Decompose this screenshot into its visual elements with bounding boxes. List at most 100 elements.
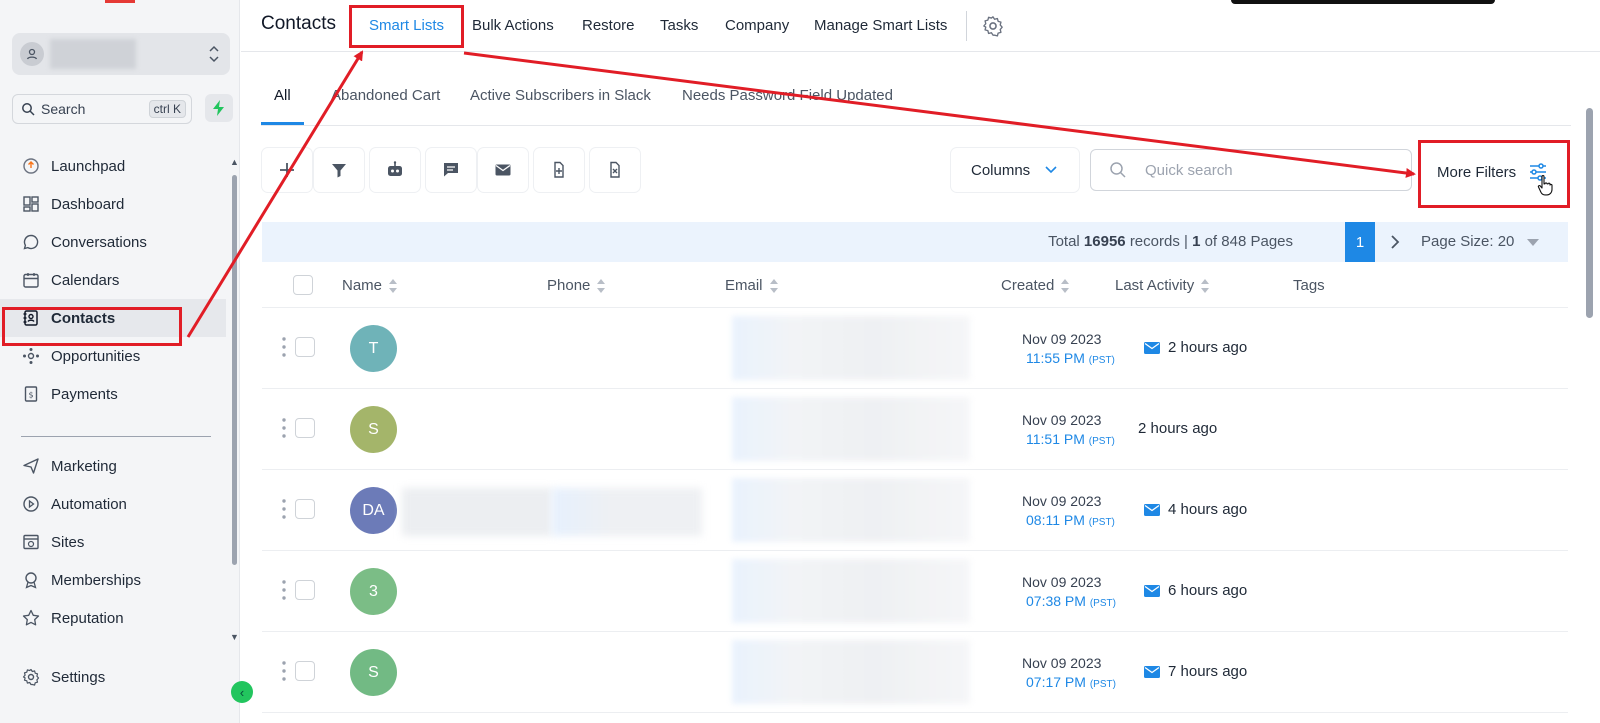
- tab-tasks[interactable]: Tasks: [660, 17, 698, 34]
- send-sms-button[interactable]: [426, 148, 476, 192]
- row-menu-icon[interactable]: [282, 660, 286, 682]
- row-checkbox[interactable]: [295, 418, 315, 438]
- smart-list-tab-needs-password[interactable]: Needs Password Field Updated: [682, 87, 893, 104]
- created-time-value: 07:38 PM: [1026, 593, 1086, 609]
- table-row[interactable]: T Nov 09 2023 11:55 PM (PST) 2 hours ago: [262, 308, 1568, 389]
- table-row[interactable]: 3 Nov 09 2023 07:38 PM (PST) 6 hours ago: [262, 551, 1568, 632]
- location-switcher[interactable]: [12, 33, 230, 75]
- sidebar-search[interactable]: Search ctrl K: [12, 94, 192, 124]
- sidebar-item-calendars[interactable]: Calendars: [0, 261, 226, 299]
- tab-manage-smart-lists[interactable]: Manage Smart Lists: [814, 17, 947, 34]
- tab-smart-lists[interactable]: Smart Lists: [369, 17, 444, 34]
- table-row[interactable]: DA Nov 09 2023 08:11 PM (PST) 4 hours ag…: [262, 470, 1568, 551]
- contacts-icon: [21, 308, 41, 328]
- row-checkbox[interactable]: [295, 337, 315, 357]
- columns-label: Columns: [971, 161, 1031, 179]
- row-checkbox[interactable]: [295, 661, 315, 681]
- row-menu-icon[interactable]: [282, 336, 286, 358]
- top-bar: Contacts Smart Lists Bulk Actions Restor…: [241, 0, 1600, 52]
- sidebar-item-marketing[interactable]: Marketing: [0, 447, 226, 485]
- sidebar-item-settings[interactable]: Settings: [0, 658, 226, 696]
- more-filters-label: More Filters: [1437, 163, 1517, 181]
- avatar[interactable]: DA: [350, 487, 397, 534]
- sidebar-scroll-down-icon[interactable]: ▼: [230, 632, 239, 642]
- columns-dropdown[interactable]: Columns: [951, 148, 1079, 192]
- add-contact-button[interactable]: [262, 148, 312, 192]
- page-1-button[interactable]: 1: [1345, 222, 1375, 262]
- smart-list-tab-abandoned-cart[interactable]: Abandoned Cart: [331, 87, 440, 104]
- column-header-phone[interactable]: Phone: [547, 277, 606, 294]
- tab-company[interactable]: Company: [725, 17, 789, 34]
- column-header-created[interactable]: Created: [1001, 277, 1070, 294]
- chevron-updown-icon: [209, 45, 219, 63]
- avatar[interactable]: 3: [350, 568, 397, 615]
- column-header-name[interactable]: Name: [342, 277, 398, 294]
- add-to-workflow-button[interactable]: [370, 148, 420, 192]
- avatar[interactable]: S: [350, 406, 397, 453]
- smart-list-tab-active-subscribers[interactable]: Active Subscribers in Slack: [470, 87, 651, 104]
- created-time: 07:38 PM (PST): [1026, 593, 1116, 609]
- sidebar-item-launchpad[interactable]: Launchpad: [0, 147, 226, 185]
- sidebar-item-sites[interactable]: Sites: [0, 523, 226, 561]
- chevron-right-icon[interactable]: [1384, 230, 1406, 254]
- sidebar-scroll-up-icon[interactable]: ▲: [230, 157, 239, 167]
- row-menu-icon[interactable]: [282, 579, 286, 601]
- tabs-divider: [261, 125, 1571, 126]
- add-tag-button[interactable]: [534, 148, 584, 192]
- last-activity-text: 6 hours ago: [1168, 582, 1248, 599]
- sidebar-divider: [21, 436, 211, 437]
- quick-search-placeholder: Quick search: [1145, 161, 1233, 179]
- sidebar-item-reputation[interactable]: Reputation: [0, 599, 226, 637]
- created-date: Nov 09 2023: [1022, 412, 1102, 428]
- remove-tag-button[interactable]: [590, 148, 640, 192]
- collapse-sidebar-button[interactable]: ‹: [231, 681, 253, 703]
- sidebar-item-label: Dashboard: [51, 195, 125, 213]
- mail-icon: [1144, 503, 1160, 516]
- row-menu-icon[interactable]: [282, 417, 286, 439]
- opportunities-icon: [21, 346, 41, 366]
- tab-restore[interactable]: Restore: [582, 17, 635, 34]
- avatar[interactable]: T: [350, 325, 397, 372]
- select-all-checkbox[interactable]: [293, 275, 313, 295]
- sidebar-item-dashboard[interactable]: Dashboard: [0, 185, 226, 223]
- last-activity: 2 hours ago: [1144, 339, 1247, 356]
- column-header-last-activity[interactable]: Last Activity: [1115, 277, 1210, 294]
- table-row[interactable]: S Nov 09 2023 07:17 PM (PST) 7 hours ago: [262, 632, 1568, 713]
- sidebar: Search ctrl K Launchpad Dashboard Conver…: [0, 0, 240, 723]
- page-scrollbar[interactable]: [1585, 88, 1595, 708]
- caret-down-icon[interactable]: [1527, 239, 1539, 246]
- sidebar-item-conversations[interactable]: Conversations: [0, 223, 226, 261]
- scrollbar-thumb[interactable]: [1586, 108, 1593, 318]
- sidebar-item-contacts[interactable]: Contacts: [0, 299, 226, 337]
- sort-icon: [1061, 278, 1070, 293]
- sidebar-item-label: Calendars: [51, 271, 120, 289]
- location-name-redacted: [50, 39, 136, 69]
- tag-add-icon: [554, 161, 564, 178]
- mail-icon: [1144, 584, 1160, 597]
- filter-button[interactable]: [314, 148, 364, 192]
- sidebar-item-automation[interactable]: Automation: [0, 485, 226, 523]
- row-menu-icon[interactable]: [282, 498, 286, 520]
- column-header-tags[interactable]: Tags: [1293, 277, 1325, 294]
- more-filters-button[interactable]: More Filters: [1420, 140, 1570, 204]
- avatar[interactable]: S: [350, 649, 397, 696]
- sidebar-item-payments[interactable]: $ Payments: [0, 375, 226, 413]
- email-redacted: [732, 316, 970, 380]
- row-checkbox[interactable]: [295, 499, 315, 519]
- sidebar-item-memberships[interactable]: Memberships: [0, 561, 226, 599]
- row-checkbox[interactable]: [295, 580, 315, 600]
- smart-list-tab-all[interactable]: All: [274, 87, 291, 104]
- quick-search-input[interactable]: Quick search: [1090, 149, 1412, 191]
- sidebar-item-opportunities[interactable]: Opportunities: [0, 337, 226, 375]
- settings-gear-icon[interactable]: [982, 15, 1004, 37]
- sort-icon: [1201, 278, 1210, 293]
- send-email-button[interactable]: [478, 148, 528, 192]
- table-row[interactable]: S Nov 09 2023 11:51 PM (PST) 2 hours ago: [262, 389, 1568, 470]
- column-header-email[interactable]: Email: [725, 277, 779, 294]
- page-size-select[interactable]: Page Size: 20: [1421, 233, 1514, 250]
- sidebar-scrollbar[interactable]: [232, 175, 237, 565]
- created-date: Nov 09 2023: [1022, 655, 1102, 671]
- tab-bulk-actions[interactable]: Bulk Actions: [472, 17, 554, 34]
- quick-action-button[interactable]: [205, 94, 233, 122]
- column-label: Created: [1001, 277, 1055, 294]
